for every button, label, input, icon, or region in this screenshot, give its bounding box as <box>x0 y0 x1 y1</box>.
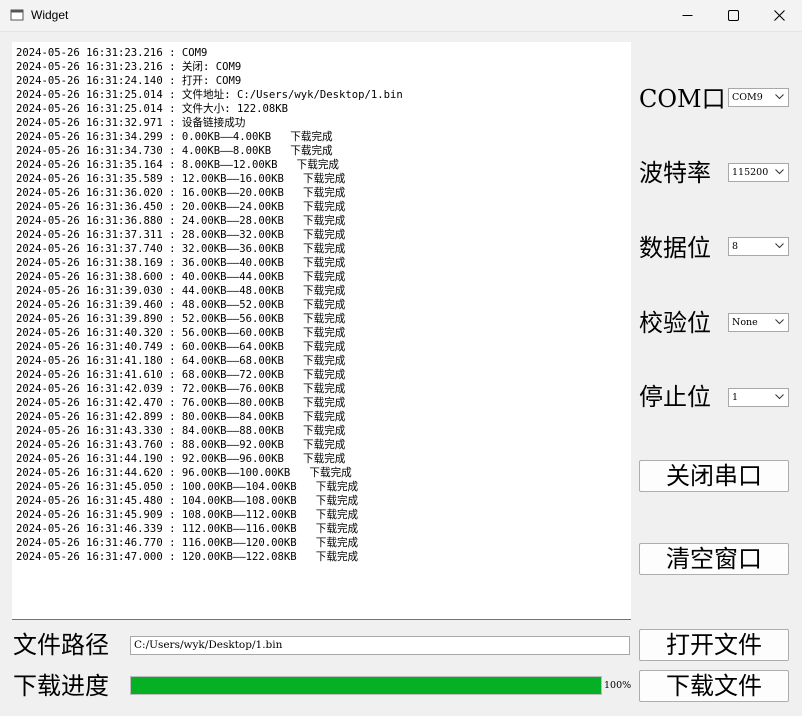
parity-select[interactable]: None <box>728 313 789 332</box>
log-line: 2024-05-26 16:31:36.450 : 20.00KB——24.00… <box>16 201 346 213</box>
log-line: 2024-05-26 16:31:38.169 : 36.00KB——40.00… <box>16 257 346 269</box>
com-port-label: COM口 <box>639 85 726 113</box>
log-line: 2024-05-26 16:31:44.190 : 92.00KB——96.00… <box>16 453 346 465</box>
log-textarea[interactable]: 2024-05-26 16:31:23.216 : COM9 2024-05-26… <box>12 42 631 620</box>
maximize-icon <box>727 10 739 21</box>
com-port-select[interactable]: COM9 <box>728 88 789 107</box>
download-file-button[interactable]: 下载文件 <box>639 670 789 702</box>
log-line: 2024-05-26 16:31:46.339 : 112.00KB——116.… <box>16 523 359 535</box>
minimize-icon <box>682 15 692 16</box>
log-line: 2024-05-26 16:31:41.610 : 68.00KB——72.00… <box>16 369 346 381</box>
maximize-button[interactable] <box>710 0 756 31</box>
log-line: 2024-05-26 16:31:42.899 : 80.00KB——84.00… <box>16 411 346 423</box>
data-bits-value: 8 <box>732 241 739 252</box>
progress-percent: 100% <box>604 680 632 691</box>
log-line: 2024-05-26 16:31:34.299 : 0.00KB——4.00KB… <box>16 131 333 143</box>
close-port-button[interactable]: 关闭串口 <box>639 460 789 492</box>
log-line: 2024-05-26 16:31:46.770 : 116.00KB——120.… <box>16 537 359 549</box>
log-line: 2024-05-26 16:31:45.480 : 104.00KB——108.… <box>16 495 359 507</box>
com-port-value: COM9 <box>732 92 763 103</box>
chevron-down-icon <box>775 394 784 400</box>
log-line: 2024-05-26 16:31:25.014 : 文件大小: 122.08KB <box>16 103 288 115</box>
baud-rate-value: 115200 <box>732 167 769 178</box>
log-line: 2024-05-26 16:31:43.760 : 88.00KB——92.00… <box>16 439 346 451</box>
log-line: 2024-05-26 16:31:45.909 : 108.00KB——112.… <box>16 509 359 521</box>
log-line: 2024-05-26 16:31:23.216 : 关闭: COM9 <box>16 61 242 73</box>
download-progress-label: 下载进度 <box>13 672 109 700</box>
app-icon <box>10 9 24 21</box>
log-line: 2024-05-26 16:31:40.320 : 56.00KB——60.00… <box>16 327 346 339</box>
progress-fill <box>131 677 601 694</box>
close-button[interactable] <box>756 0 802 31</box>
window-title: Widget <box>31 8 69 22</box>
log-line: 2024-05-26 16:31:47.000 : 120.00KB——122.… <box>16 551 359 563</box>
log-line: 2024-05-26 16:31:36.880 : 24.00KB——28.00… <box>16 215 346 227</box>
chevron-down-icon <box>775 94 784 100</box>
file-path-label: 文件路径 <box>13 631 109 659</box>
log-line: 2024-05-26 16:31:35.589 : 12.00KB——16.00… <box>16 173 346 185</box>
log-line: 2024-05-26 16:31:42.470 : 76.00KB——80.00… <box>16 397 346 409</box>
title-bar: Widget <box>0 0 802 32</box>
log-line: 2024-05-26 16:31:23.216 : COM9 <box>16 47 208 59</box>
log-line: 2024-05-26 16:31:25.014 : 文件地址: C:/Users… <box>16 89 403 101</box>
chevron-down-icon <box>775 243 784 249</box>
log-line: 2024-05-26 16:31:44.620 : 96.00KB——100.0… <box>16 467 352 479</box>
stop-bits-label: 停止位 <box>639 383 711 411</box>
parity-label: 校验位 <box>639 309 711 337</box>
baud-rate-label: 波特率 <box>639 159 711 187</box>
log-line: 2024-05-26 16:31:42.039 : 72.00KB——76.00… <box>16 383 346 395</box>
data-bits-select[interactable]: 8 <box>728 237 789 256</box>
chevron-down-icon <box>775 169 784 175</box>
log-line: 2024-05-26 16:31:43.330 : 84.00KB——88.00… <box>16 425 346 437</box>
log-line: 2024-05-26 16:31:40.749 : 60.00KB——64.00… <box>16 341 346 353</box>
log-line: 2024-05-26 16:31:32.971 : 设备链接成功 <box>16 117 246 129</box>
log-line: 2024-05-26 16:31:39.030 : 44.00KB——48.00… <box>16 285 346 297</box>
chevron-down-icon <box>775 319 784 325</box>
stop-bits-value: 1 <box>732 392 739 403</box>
log-line: 2024-05-26 16:31:45.050 : 100.00KB——104.… <box>16 481 359 493</box>
log-line: 2024-05-26 16:31:37.740 : 32.00KB——36.00… <box>16 243 346 255</box>
log-line: 2024-05-26 16:31:41.180 : 64.00KB——68.00… <box>16 355 346 367</box>
log-line: 2024-05-26 16:31:39.890 : 52.00KB——56.00… <box>16 313 346 325</box>
log-line: 2024-05-26 16:31:39.460 : 48.00KB——52.00… <box>16 299 346 311</box>
baud-rate-select[interactable]: 115200 <box>728 163 789 182</box>
data-bits-label: 数据位 <box>639 234 711 262</box>
log-line: 2024-05-26 16:31:34.730 : 4.00KB——8.00KB… <box>16 145 333 157</box>
log-line: 2024-05-26 16:31:24.140 : 打开: COM9 <box>16 75 242 87</box>
close-icon <box>773 10 785 21</box>
download-progress-bar <box>130 676 602 695</box>
log-line: 2024-05-26 16:31:37.311 : 28.00KB——32.00… <box>16 229 346 241</box>
minimize-button[interactable] <box>664 0 710 31</box>
log-line: 2024-05-26 16:31:36.020 : 16.00KB——20.00… <box>16 187 346 199</box>
parity-value: None <box>732 317 758 328</box>
file-path-input[interactable]: C:/Users/wyk/Desktop/1.bin <box>130 636 630 655</box>
open-file-button[interactable]: 打开文件 <box>639 629 789 661</box>
clear-window-button[interactable]: 清空窗口 <box>639 543 789 575</box>
log-line: 2024-05-26 16:31:38.600 : 40.00KB——44.00… <box>16 271 346 283</box>
log-line: 2024-05-26 16:31:35.164 : 8.00KB——12.00K… <box>16 159 340 171</box>
stop-bits-select[interactable]: 1 <box>728 388 789 407</box>
